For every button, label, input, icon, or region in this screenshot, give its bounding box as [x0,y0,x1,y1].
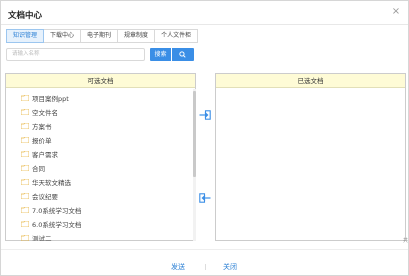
send-button[interactable]: 发送 [171,262,185,272]
list-item-label: 方案书 [32,123,52,131]
close-button[interactable]: 关闭 [223,262,237,272]
list-item[interactable]: 报价单 [21,134,52,146]
list-item[interactable]: 测试二 [21,232,52,241]
folder-icon [21,235,29,241]
search-icon [179,51,186,58]
list-item-label: 测试二 [32,235,52,241]
close-icon[interactable]: × [391,7,401,17]
list-item[interactable]: 项目案例ppt [21,92,69,104]
search-icon-button[interactable] [172,48,194,61]
list-item-label: 华天软文精选 [32,179,71,187]
move-left-icon[interactable] [199,193,211,203]
list-item-label: 会议纪要 [32,193,58,201]
tab-e-journal[interactable]: 电子期刊 [80,29,119,43]
header-divider [1,24,408,25]
folder-icon [21,193,29,199]
folder-icon [21,137,29,143]
list-item-label: 6.0系统学习文档 [32,221,82,229]
list-scrollbar[interactable] [193,89,196,241]
folder-icon [21,151,29,157]
list-item[interactable]: 6.0系统学习文档 [21,218,81,230]
tab-knowledge-management[interactable]: 知识管理 [6,29,45,43]
footer-divider [1,249,408,250]
footer-separator [205,264,206,270]
list-item-label: 合同 [32,165,45,173]
list-item-label: 项目案例ppt [32,95,69,103]
search-input[interactable]: 请输入名称 [6,48,145,61]
list-item[interactable]: 客户需求 [21,148,58,160]
folder-icon [21,123,29,129]
tab-download-center[interactable]: 下载中心 [43,29,82,43]
selected-documents-header: 已选文档 [216,74,405,88]
available-documents-list: 项目案例ppt 空文件名 方案书 报价单 客户需求 合同 华天软文精选 会议纪要… [6,89,192,241]
tab-personal-cabinet[interactable]: 个人文件柜 [154,29,199,43]
total-count-label: 共 [403,238,409,244]
folder-icon [21,165,29,171]
list-item[interactable]: 合同 [21,162,45,174]
folder-icon [21,221,29,227]
available-documents-panel: 可选文档 项目案例ppt 空文件名 方案书 报价单 客户需求 合同 华天软文精选… [5,73,196,241]
folder-icon [21,95,29,101]
search-button[interactable]: 搜索 [150,48,171,61]
list-item[interactable]: 7.0系统学习文档 [21,204,81,216]
list-item-label: 报价单 [32,137,52,145]
dialog-title: 文档中心 [8,11,43,21]
document-center-dialog: 文档中心 × 知识管理 下载中心 电子期刊 规章制度 个人文件柜 请输入名称 搜… [0,0,409,276]
list-item[interactable]: 方案书 [21,120,52,132]
list-item-label: 7.0系统学习文档 [32,207,82,215]
tab-regulations[interactable]: 规章制度 [117,29,156,43]
available-documents-header: 可选文档 [6,74,195,88]
move-right-icon[interactable] [199,110,211,120]
tab-bar: 知识管理 下载中心 电子期刊 规章制度 个人文件柜 [6,29,199,43]
scrollbar-thumb[interactable] [193,91,196,177]
folder-icon [21,109,29,115]
list-item[interactable]: 空文件名 [21,106,58,118]
list-item-label: 空文件名 [32,109,58,117]
selected-documents-panel: 已选文档 [215,73,406,241]
folder-icon [21,179,29,185]
list-item[interactable]: 会议纪要 [21,190,58,202]
list-item[interactable]: 华天软文精选 [21,176,71,188]
list-item-label: 客户需求 [32,151,58,159]
folder-icon [21,207,29,213]
